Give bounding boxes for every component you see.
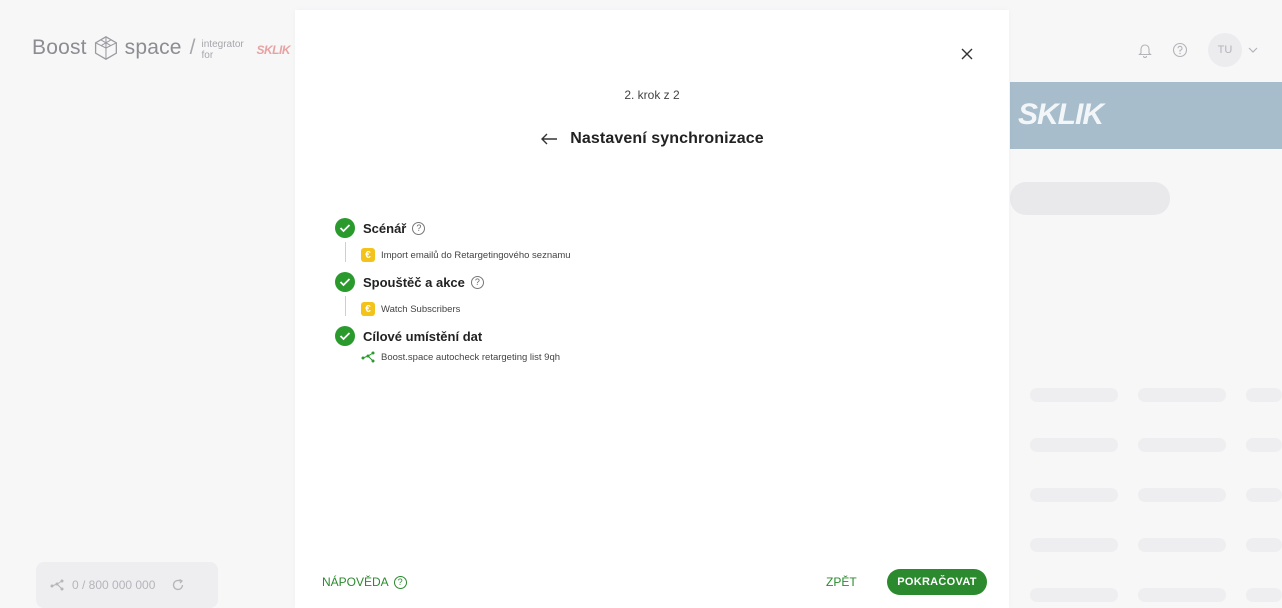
integrator-label: integrator for [201,39,244,61]
app-logo[interactable]: Boost space / integrator for SKLIK [32,34,290,62]
banner-logo: SKLIK [1018,98,1104,131]
step-header: Cílové umístění dat [335,326,935,346]
app-icon: € [361,248,375,262]
step-label: Scénář [363,220,407,236]
step-label: Cílové umístění dat [363,328,483,344]
refresh-icon[interactable] [171,578,185,592]
help-icon[interactable] [1172,42,1188,58]
question-icon[interactable]: ? [412,221,426,235]
skeleton-cell [1246,438,1282,452]
step-list: Scénář ? € Import emailů do Retargetingo… [335,218,935,368]
user-menu[interactable]: TU [1208,33,1258,67]
step-item: Scénář ? € Import emailů do Retargetingo… [335,218,935,272]
step-header: Spouštěč a akce ? [335,272,935,292]
check-icon [335,218,355,238]
step-item: Spouštěč a akce ? € Watch Subscribers [335,272,935,326]
connector-line [345,296,346,316]
step-detail-text: Boost.space autocheck retargeting list 9… [381,351,561,363]
check-icon [335,326,355,346]
skeleton-cell [1030,538,1118,552]
chevron-down-icon [1248,47,1258,53]
step-detail: Boost.space autocheck retargeting list 9… [335,346,935,368]
app-icon: € [361,302,375,316]
operations-counter[interactable]: 0 / 800 000 000 [36,562,218,608]
boost-space-icon [361,351,375,363]
modal-footer: NÁPOVĚDA ? ZPĚT POKRAČOVAT [295,565,1009,599]
continue-button[interactable]: POKRAČOVAT [887,569,987,595]
close-icon[interactable] [957,44,977,64]
step-header: Scénář ? [335,218,935,238]
operations-icon [50,579,64,591]
logo-word-boost: Boost [32,36,87,59]
step-detail: € Watch Subscribers [335,292,935,326]
step-item: Cílové umístění dat Boost.space autochec… [335,326,935,368]
question-icon: ? [393,575,407,589]
help-link-label: NÁPOVĚDA [322,575,389,589]
skeleton-cell [1030,588,1118,602]
step-detail: € Import emailů do Retargetingového sezn… [335,238,935,272]
title-row: Nastavení synchronizace [295,130,1009,148]
skeleton-cell [1246,538,1282,552]
operations-text: 0 / 800 000 000 [72,578,156,592]
avatar: TU [1208,33,1242,67]
sidebar: Boost space / integrator for SKLIK 0 / 8… [0,10,290,608]
app-banner: SKLIK [1010,82,1282,149]
skeleton-cell [1030,438,1118,452]
modal-title: Nastavení synchronizace [570,130,764,147]
logo-word-space: space [124,36,182,59]
topbar-actions: TU [1138,33,1258,67]
logo-cube-icon [94,36,117,60]
skeleton-cell [1138,538,1226,552]
sync-setup-modal: 2. krok z 2 Nastavení synchronizace Scén… [295,10,1009,608]
bell-icon[interactable] [1138,42,1152,58]
skeleton-cell [1138,488,1226,502]
question-icon[interactable]: ? [470,275,484,289]
skeleton-cell [1138,438,1226,452]
skeleton-cell [1246,488,1282,502]
skeleton-cell [1138,588,1226,602]
back-button[interactable]: ZPĚT [826,575,857,589]
skeleton-cell [1138,388,1226,402]
check-icon [335,272,355,292]
step-detail-text: Watch Subscribers [381,303,461,315]
help-link[interactable]: NÁPOVĚDA ? [322,575,407,589]
step-label: Spouštěč a akce [363,274,465,290]
skeleton-cell [1246,388,1282,402]
connector-line [345,242,346,262]
skeleton-cell [1246,588,1282,602]
skeleton-cell [1030,488,1118,502]
search-pill-placeholder [1010,182,1170,215]
partner-logo: SKLIK [256,42,291,57]
back-arrow-icon[interactable] [540,132,558,146]
logo-slash: / [189,36,196,59]
skeleton-cell [1030,388,1118,402]
step-counter: 2. krok z 2 [624,88,680,102]
step-detail-text: Import emailů do Retargetingového seznam… [381,249,571,261]
